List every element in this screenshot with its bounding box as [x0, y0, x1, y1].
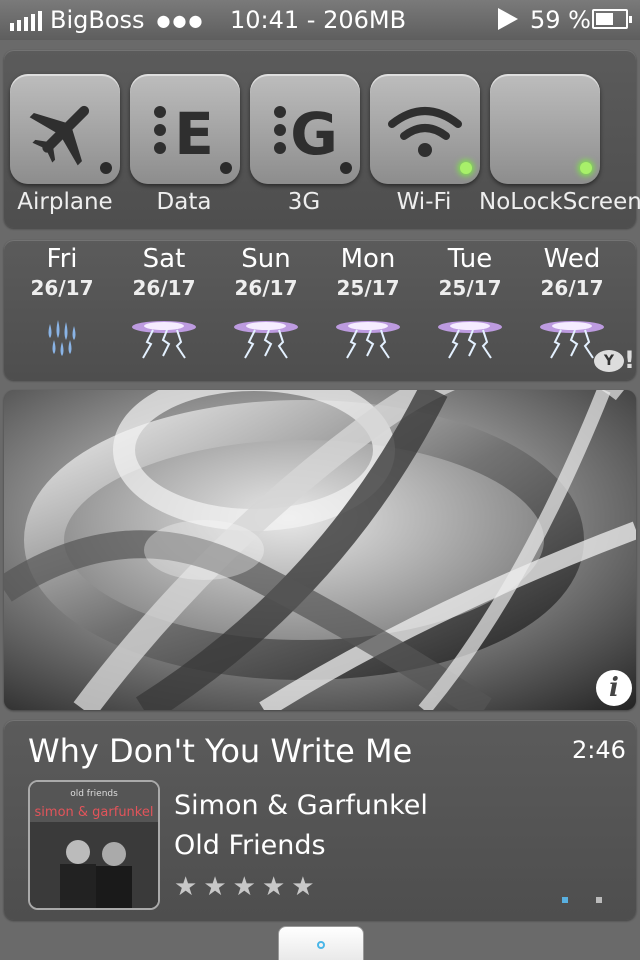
- signal-strength-icon: [10, 9, 42, 31]
- svg-text:old friends: old friends: [70, 789, 118, 799]
- data-label: Data: [156, 189, 212, 215]
- 3g-label: 3G: [287, 189, 321, 215]
- day-temp: 25/17: [438, 276, 502, 300]
- airplane-label: Airplane: [17, 189, 113, 215]
- thunderstorm-icon: [438, 321, 502, 359]
- battery-percentage: 59 %: [530, 6, 591, 34]
- day-temp: 26/17: [30, 276, 94, 300]
- day-name: Sun: [241, 244, 291, 274]
- data-status-led: [220, 162, 232, 174]
- 3g-status-led: [340, 162, 352, 174]
- day-temp: 26/17: [540, 276, 604, 300]
- status-clock: 10:41 - 206MB: [230, 6, 407, 34]
- wallpaper-panel[interactable]: [4, 390, 636, 710]
- page-indicator[interactable]: [562, 897, 602, 903]
- weather-day-sun: Sun 26/17: [216, 244, 316, 359]
- svg-text:E: E: [174, 100, 214, 168]
- yahoo-exclamation-icon: !: [624, 346, 635, 374]
- star-icon[interactable]: ★: [203, 872, 226, 902]
- day-name: Tue: [447, 244, 493, 274]
- yahoo-weather-icon[interactable]: Y: [594, 350, 624, 372]
- wifi-status-led: [460, 162, 472, 174]
- day-name: Wed: [543, 244, 601, 274]
- 3g-toggle[interactable]: G: [250, 74, 360, 184]
- album-name: Old Friends: [174, 830, 326, 861]
- info-icon[interactable]: i: [596, 670, 632, 706]
- thunderstorm-icon: [336, 321, 400, 359]
- wallpaper-image: [4, 390, 636, 710]
- drawer-handle[interactable]: [278, 926, 364, 960]
- handle-dot-icon: [317, 941, 325, 949]
- rain-icon: [48, 320, 76, 356]
- day-name: Mon: [340, 244, 396, 274]
- network-activity-icon: ●●●: [156, 10, 205, 30]
- battery-icon: [592, 9, 632, 29]
- day-name: Fri: [46, 244, 78, 274]
- day-temp: 26/17: [234, 276, 298, 300]
- thunderstorm-icon: [234, 321, 298, 359]
- play-icon: [498, 8, 518, 30]
- page-dot-active: [562, 897, 568, 903]
- album-art[interactable]: old friends simon & garfunkel: [28, 780, 160, 910]
- weather-day-sat: Sat 26/17: [114, 244, 214, 359]
- weather-day-tue: Tue 25/17: [420, 244, 520, 359]
- star-icon[interactable]: ★: [291, 872, 314, 902]
- star-icon[interactable]: ★: [174, 872, 197, 902]
- weather-day-mon: Mon 25/17: [318, 244, 418, 359]
- nolockscreen-label: NoLockScreen: [479, 189, 640, 215]
- song-time: 2:46: [572, 736, 626, 764]
- nolockscreen-status-led: [580, 162, 592, 174]
- weather-day-wed: Wed 26/17: [522, 244, 622, 359]
- wifi-toggle[interactable]: [370, 74, 480, 184]
- thunderstorm-icon: [132, 321, 196, 359]
- rating-stars[interactable]: ★ ★ ★ ★ ★: [174, 872, 315, 902]
- svg-text:G: G: [290, 100, 338, 168]
- day-name: Sat: [142, 244, 186, 274]
- day-temp: 25/17: [336, 276, 400, 300]
- wifi-label: Wi-Fi: [396, 189, 452, 215]
- svg-text:simon & garfunkel: simon & garfunkel: [35, 805, 154, 820]
- star-icon[interactable]: ★: [233, 872, 256, 902]
- weather-day-fri: Fri 26/17: [12, 244, 112, 356]
- carrier-name: BigBoss: [50, 6, 145, 34]
- artist-name: Simon & Garfunkel: [174, 790, 428, 821]
- airplane-toggle[interactable]: [10, 74, 120, 184]
- status-bar: BigBoss ●●● 10:41 - 206MB 59 %: [0, 0, 640, 40]
- star-icon[interactable]: ★: [262, 872, 285, 902]
- song-title: Why Don't You Write Me: [28, 732, 413, 770]
- page-dot: [596, 897, 602, 903]
- nolockscreen-toggle[interactable]: [490, 74, 600, 184]
- day-temp: 26/17: [132, 276, 196, 300]
- airplane-status-led: [100, 162, 112, 174]
- data-toggle[interactable]: E: [130, 74, 240, 184]
